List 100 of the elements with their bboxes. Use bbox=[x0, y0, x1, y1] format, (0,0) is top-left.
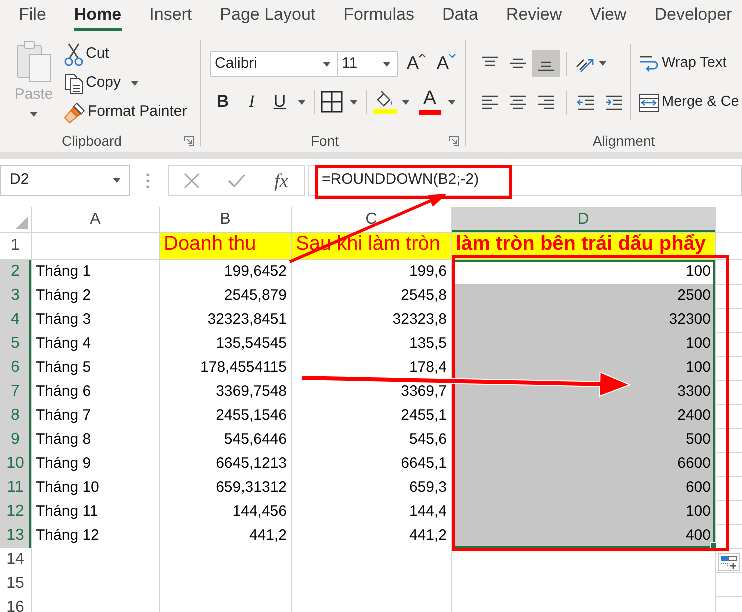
table-cell: 100 bbox=[452, 356, 716, 381]
row-header[interactable]: 12 bbox=[0, 500, 32, 525]
row-header[interactable]: 15 bbox=[0, 572, 32, 597]
row-header[interactable]: 7 bbox=[0, 380, 32, 405]
menu-tab[interactable]: Data bbox=[442, 0, 478, 31]
merge-button[interactable]: Merge & Ce bbox=[639, 89, 740, 116]
table-cell: 600 bbox=[452, 476, 716, 501]
caret-icon[interactable] bbox=[298, 100, 306, 104]
caret-icon[interactable] bbox=[350, 100, 358, 104]
format-painter-button[interactable]: Format Painter bbox=[64, 98, 188, 127]
menu-tab[interactable]: File bbox=[19, 0, 46, 31]
paint-bucket-icon bbox=[373, 90, 397, 114]
copy-icon bbox=[64, 72, 84, 94]
borders-button[interactable] bbox=[320, 90, 344, 114]
caret-icon bbox=[599, 61, 607, 66]
merge-cells-icon bbox=[639, 94, 659, 112]
table-cell: Tháng 10 bbox=[32, 476, 160, 501]
font-name-dropdown[interactable]: Calibri bbox=[210, 51, 338, 77]
group-label: Clipboard bbox=[61, 132, 123, 151]
cross-icon bbox=[184, 172, 200, 188]
corner-arrow-icon[interactable] bbox=[449, 136, 459, 146]
table-cell: 545,6446 bbox=[160, 428, 292, 453]
caret-icon bbox=[113, 178, 121, 183]
menu-tab[interactable]: Home bbox=[74, 0, 122, 31]
wrap-text-button[interactable]: Wrap Text bbox=[639, 50, 740, 77]
table-cell: 178,4554115 bbox=[160, 356, 292, 381]
table-cell: Tháng 2 bbox=[32, 284, 160, 309]
italic-button[interactable]: I bbox=[239, 89, 265, 115]
underline-button[interactable]: U bbox=[267, 89, 293, 115]
row-header[interactable]: 16 bbox=[0, 596, 32, 612]
table-cell: 100 bbox=[452, 500, 716, 525]
scissors-icon bbox=[64, 42, 84, 66]
menu-tab[interactable]: Insert bbox=[150, 0, 192, 31]
table-cell: Tháng 4 bbox=[32, 332, 160, 357]
row-header[interactable]: 10 bbox=[0, 452, 32, 477]
menu-tab[interactable]: Review bbox=[506, 0, 562, 31]
table-cell: 500 bbox=[452, 428, 716, 453]
corner-arrow-icon[interactable] bbox=[184, 136, 194, 146]
font-color-button[interactable]: A bbox=[417, 89, 443, 115]
caret-icon bbox=[323, 62, 331, 66]
formula-input[interactable]: =ROUNDDOWN(B2;-2) bbox=[308, 165, 742, 196]
menu-tab[interactable]: Developer bbox=[654, 0, 732, 31]
row-header[interactable]: 6 bbox=[0, 356, 32, 381]
align-bottom-button[interactable] bbox=[532, 50, 560, 77]
caret-icon bbox=[30, 112, 38, 117]
table-cell: Tháng 9 bbox=[32, 452, 160, 477]
table-cell: 32323,8451 bbox=[160, 308, 292, 333]
caret-icon[interactable] bbox=[402, 100, 410, 104]
row-header[interactable]: 2 bbox=[0, 260, 32, 285]
table-cell: 100 bbox=[452, 332, 716, 357]
table-cell: 6645,1 bbox=[292, 452, 452, 477]
row-header[interactable]: 13 bbox=[0, 524, 32, 549]
table-cell: 400 bbox=[452, 524, 716, 549]
table-cell: 135,5 bbox=[292, 332, 452, 357]
table-cell: 545,6 bbox=[292, 428, 452, 453]
font-size-dropdown[interactable]: 11 bbox=[338, 51, 398, 77]
table-cell: Tháng 8 bbox=[32, 428, 160, 453]
table-cell: Tháng 6 bbox=[32, 380, 160, 405]
table-cell: 135,54545 bbox=[160, 332, 292, 357]
caret-up-icon bbox=[419, 54, 426, 58]
align-center-icon bbox=[509, 94, 527, 110]
table-cell: 100 bbox=[452, 260, 716, 285]
column-header[interactable]: D bbox=[452, 207, 716, 233]
row-header[interactable]: 8 bbox=[0, 404, 32, 429]
column-header[interactable]: B bbox=[160, 207, 292, 233]
menu-tab[interactable]: View bbox=[590, 0, 627, 31]
row-header[interactable]: 11 bbox=[0, 476, 32, 501]
grow-font-button[interactable]: A bbox=[404, 51, 430, 77]
row-header[interactable]: 14 bbox=[0, 548, 32, 573]
row-header[interactable]: 3 bbox=[0, 284, 32, 309]
table-cell: 144,456 bbox=[160, 500, 292, 525]
row-header[interactable]: 9 bbox=[0, 428, 32, 453]
table-cell: 144,4 bbox=[292, 500, 452, 525]
table-cell: 2545,8 bbox=[292, 284, 452, 309]
menu-tab[interactable]: Page Layout bbox=[220, 0, 316, 31]
column-header[interactable]: C bbox=[292, 207, 452, 233]
cut-button[interactable]: Cut bbox=[64, 40, 188, 69]
row-header[interactable]: 4 bbox=[0, 308, 32, 333]
shrink-font-button[interactable]: A bbox=[434, 51, 460, 77]
menu-tab[interactable]: Formulas bbox=[344, 0, 414, 31]
column-header[interactable]: A bbox=[32, 207, 160, 233]
row-header[interactable]: 5 bbox=[0, 332, 32, 357]
group-label: Font bbox=[310, 132, 340, 150]
table-cell: 2455,1 bbox=[292, 404, 452, 429]
row-header[interactable]: 1 bbox=[0, 233, 32, 260]
table-plus-icon[interactable] bbox=[718, 553, 740, 571]
table-cell: 6600 bbox=[452, 452, 716, 477]
table-cell: 2400 bbox=[452, 404, 716, 429]
fill-color-button[interactable] bbox=[373, 90, 397, 114]
table-cell: Tháng 7 bbox=[32, 404, 160, 429]
return-arrow-icon bbox=[639, 54, 659, 72]
caret-down-icon bbox=[449, 54, 456, 58]
bold-button[interactable]: B bbox=[210, 89, 236, 115]
table-cell: Tháng 5 bbox=[32, 356, 160, 381]
align-left-icon bbox=[481, 94, 499, 110]
name-box[interactable]: D2 bbox=[0, 165, 130, 196]
caret-icon[interactable] bbox=[448, 100, 456, 104]
insert-function-button[interactable]: fx bbox=[268, 168, 296, 194]
copy-button[interactable]: Copy bbox=[64, 69, 188, 98]
checkmark-icon bbox=[228, 174, 246, 188]
